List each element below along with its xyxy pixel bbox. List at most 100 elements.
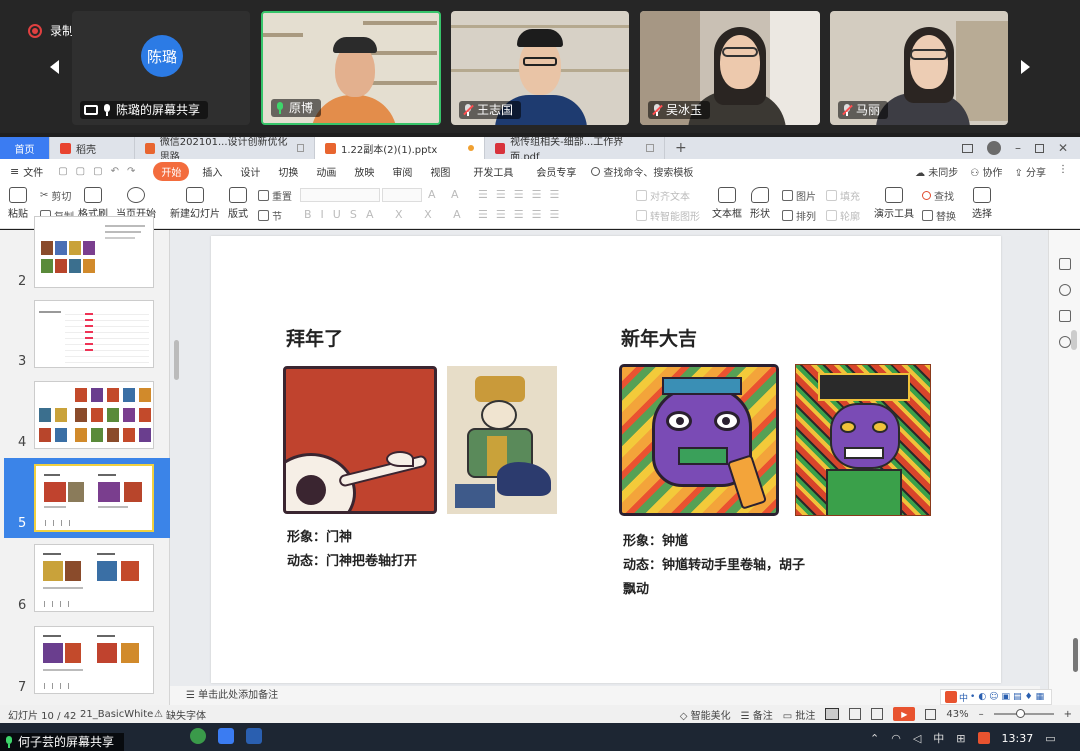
clock[interactable]: 13:37 <box>1002 732 1034 745</box>
participant-tile[interactable]: 马丽 <box>830 11 1008 125</box>
ime-toolbar[interactable]: 中 •◐☺▣▤♦▦ <box>940 689 1053 705</box>
menu-start[interactable]: 开始 <box>153 161 190 181</box>
zoom-slider-handle[interactable] <box>1015 709 1025 718</box>
zhong-kui-illustration[interactable] <box>619 364 779 516</box>
section-button[interactable]: 节 <box>258 208 282 223</box>
layout-icon[interactable] <box>961 143 973 153</box>
menu-slideshow[interactable]: 放映 <box>345 164 383 179</box>
maximize-icon[interactable] <box>1034 143 1044 153</box>
participant-tile[interactable]: 吴冰玉 <box>640 11 820 125</box>
smart-shape-button[interactable]: 转智能图形 <box>636 208 700 223</box>
fill-button[interactable]: 填充 <box>826 188 860 203</box>
tab-doc-2[interactable]: 1.22副本(2)(1).pptx <box>315 137 485 159</box>
font-style-icons[interactable]: BIUSA X X A <box>304 208 470 221</box>
browser-icon[interactable] <box>190 728 206 744</box>
theme-name[interactable]: 21_BasicWhite <box>80 709 154 720</box>
align-icons[interactable]: ☰☰☰☰☰ <box>478 208 567 221</box>
paste-button[interactable]: 粘贴 <box>8 187 28 220</box>
align-text-button[interactable]: 对齐文本 <box>636 188 690 203</box>
prev-arrow-icon[interactable] <box>50 60 59 74</box>
font-size-select[interactable] <box>382 188 422 202</box>
command-search[interactable]: 查找命令、搜索模板 <box>591 164 693 179</box>
font-grow-icons[interactable]: A A <box>428 188 465 201</box>
participant-tile[interactable]: 原博 <box>261 11 441 125</box>
present-tools-button[interactable]: 演示工具 <box>874 187 914 220</box>
tray-icon[interactable]: ⊞ <box>956 732 965 745</box>
cut-button[interactable]: ✂ 剪切 <box>40 188 71 203</box>
new-slide-button[interactable]: 新建幻灯片 <box>170 187 220 220</box>
wifi-icon[interactable]: ◠ <box>891 732 901 745</box>
zoom-in-icon[interactable]: + <box>1064 709 1072 720</box>
menu-view[interactable]: 视图 <box>421 164 459 179</box>
textbox-button[interactable]: 文本框 <box>712 187 742 220</box>
replace-button[interactable]: 替换 <box>922 208 956 223</box>
sync-status[interactable]: ☁ 未同步 <box>915 164 958 179</box>
menu-review[interactable]: 审阅 <box>383 164 421 179</box>
animation-icon[interactable] <box>1059 284 1071 296</box>
ime-indicator[interactable]: 中 <box>933 730 944 746</box>
select-button[interactable]: 选择 <box>972 187 992 220</box>
notes-pane[interactable]: ☰ 单击此处添加备注 <box>170 686 1040 705</box>
collaborate-button[interactable]: ⚇ 协作 <box>970 164 1002 179</box>
reading-view-icon[interactable] <box>871 708 884 720</box>
door-god-illustration[interactable] <box>283 366 437 514</box>
vertical-scrollbar[interactable] <box>1071 330 1077 350</box>
slide-thumbnail-selected[interactable] <box>34 464 154 532</box>
help-icon[interactable] <box>1059 336 1071 348</box>
menu-file[interactable]: 文件 <box>19 164 52 179</box>
shape-button[interactable]: 形状 <box>750 187 770 220</box>
comments-toggle[interactable]: ▭ 批注 <box>783 707 816 722</box>
slide-thumbnail[interactable] <box>34 544 154 612</box>
menu-design[interactable]: 设计 <box>231 164 269 179</box>
tab-doc-1[interactable]: 微信202101...设计创新优化思路 <box>135 137 315 163</box>
share-button[interactable]: ⇪ 分享 <box>1014 164 1046 179</box>
tab-docer[interactable]: 稻壳 <box>50 137 135 159</box>
zhong-kui-print-image[interactable] <box>795 364 931 516</box>
layout-button[interactable]: 版式 <box>228 187 248 220</box>
thumbnail-scrollbar[interactable] <box>174 340 179 380</box>
menu-member[interactable]: 会员专享 <box>527 164 585 179</box>
play-slideshow-button[interactable]: ▶ <box>893 707 916 721</box>
slide-thumbnail[interactable] <box>34 216 154 288</box>
menu-developer[interactable]: 开发工具 <box>459 164 527 179</box>
slide-thumbnail[interactable] <box>34 300 154 368</box>
missing-font[interactable]: ⚠ 缺失字体 <box>154 707 206 722</box>
traditional-print-image[interactable] <box>447 366 557 514</box>
notes-toggle[interactable]: ☰ 备注 <box>741 707 773 722</box>
close-icon[interactable]: ✕ <box>1058 141 1068 155</box>
user-avatar[interactable] <box>986 141 1001 155</box>
zoom-slider[interactable] <box>993 709 1054 718</box>
arrange-button[interactable]: 排列 <box>782 208 816 223</box>
settings-icon[interactable] <box>1059 258 1071 270</box>
tab-home[interactable]: 首页 <box>0 137 50 159</box>
beautify-button[interactable]: ◇ 智能美化 <box>680 707 731 722</box>
hamburger-icon[interactable]: ≡ <box>10 165 19 178</box>
slide-canvas[interactable]: 拜年了 形象：门神 动态：门神把卷轴打开 新年大吉 形象：钟馗 动态：钟馗转动手… <box>211 236 1001 683</box>
meeting-app-icon[interactable] <box>246 728 262 744</box>
menu-insert[interactable]: 插入 <box>193 164 231 179</box>
presenter-tile[interactable]: 陈璐 陈璐的屏幕共享 <box>72 11 250 125</box>
find-button[interactable]: 查找 <box>922 188 954 203</box>
outline-button[interactable]: 轮廓 <box>826 208 860 223</box>
fit-window-icon[interactable] <box>925 708 937 720</box>
participant-tile[interactable]: 王志国 <box>451 11 629 125</box>
notification-icon[interactable]: ▭ <box>1045 732 1055 745</box>
normal-view-icon[interactable] <box>825 708 840 720</box>
menu-transition[interactable]: 切换 <box>269 164 307 179</box>
font-name-select[interactable] <box>300 188 380 202</box>
slide-thumbnail[interactable] <box>34 381 154 449</box>
scrollbar-thumb[interactable] <box>1073 638 1078 672</box>
tab-doc-3[interactable]: 视传组相关-细部...工作界面.pdf <box>485 137 665 163</box>
wps-icon[interactable] <box>218 728 234 744</box>
comment-icon[interactable] <box>1059 310 1071 322</box>
new-tab-button[interactable]: + <box>665 137 697 159</box>
zoom-level[interactable]: 43% <box>946 709 968 720</box>
sogou-tray-icon[interactable] <box>977 732 990 744</box>
quick-access-icons[interactable]: ▢▢▢↶↷ <box>52 166 149 177</box>
zoom-out-icon[interactable]: – <box>979 709 984 720</box>
picture-button[interactable]: 图片 <box>782 188 816 203</box>
reset-button[interactable]: 重置 <box>258 188 292 203</box>
sorter-view-icon[interactable] <box>849 708 862 720</box>
next-arrow-icon[interactable] <box>1021 60 1030 74</box>
menu-animation[interactable]: 动画 <box>307 164 345 179</box>
